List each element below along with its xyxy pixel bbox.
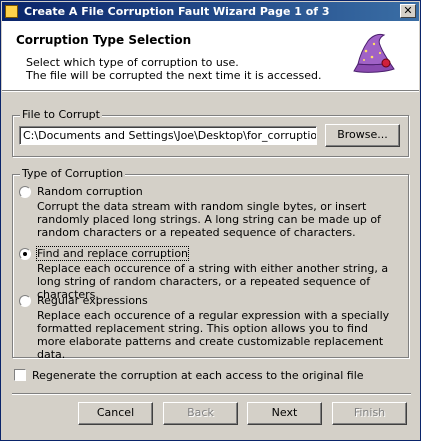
radio-regular-expressions[interactable] [19,295,31,307]
browse-button[interactable]: Browse... [325,124,400,147]
app-icon [5,5,18,18]
finish-button[interactable]: Finish [332,402,407,425]
cancel-button[interactable]: Cancel [78,402,153,425]
window-title: Create A File Corruption Fault Wizard Pa… [24,5,330,18]
option-label[interactable]: Regular expressions [37,294,148,307]
file-path-input[interactable]: C:\Documents and Settings\Joe\Desktop\fo… [19,126,317,145]
option-description: Replace each occurence of a regular expr… [37,309,390,361]
subtitle-line-2: The file will be corrupted the next time… [26,69,322,82]
title-bar[interactable]: Create A File Corruption Fault Wizard Pa… [2,2,419,21]
corruption-type-group: Type of Corruption Random corruption Cor… [12,167,409,361]
radio-find-and-replace[interactable] [19,248,31,260]
button-separator [12,393,411,395]
subtitle-line-1: Select which type of corruption to use. [26,56,239,69]
close-button[interactable]: ✕ [400,4,416,18]
type-group-legend: Type of Corruption [20,167,126,180]
page-subtitle: Select which type of corruption to use. … [26,56,321,82]
option-description: Corrupt the data stream with random sing… [37,200,381,239]
option-label[interactable]: Find and replace corruption [35,246,190,261]
file-group-legend: File to Corrupt [20,108,102,121]
page-title: Corruption Type Selection [16,33,192,47]
radio-random-corruption[interactable] [19,186,31,198]
regenerate-label[interactable]: Regenerate the corruption at each access… [32,369,364,382]
file-to-corrupt-group: File to Corrupt C:\Documents and Setting… [12,108,409,157]
next-button[interactable]: Next [247,402,322,425]
back-button[interactable]: Back [163,402,238,425]
wizard-hat-icon [344,27,400,83]
wizard-window: Create A File Corruption Fault Wizard Pa… [0,0,421,441]
regenerate-checkbox[interactable] [14,369,26,381]
option-label[interactable]: Random corruption [37,185,143,198]
wizard-header: Corruption Type Selection Select which t… [2,21,419,91]
